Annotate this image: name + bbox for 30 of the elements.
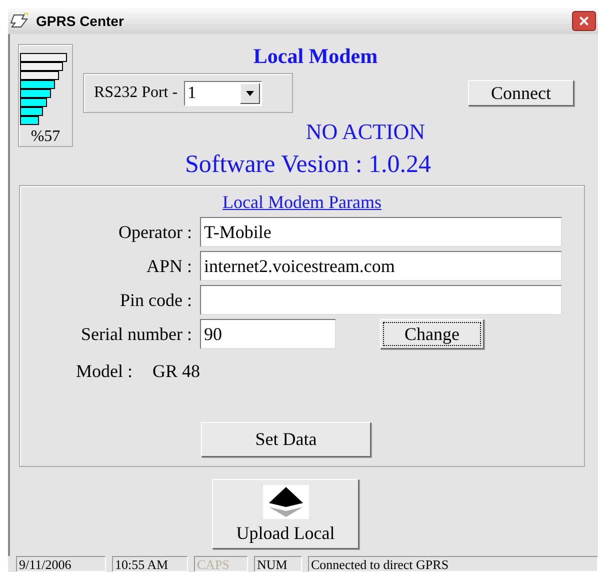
signal-reading: %57 (30, 128, 60, 146)
section-heading: Local Modem (252, 44, 379, 69)
status-message: NO ACTION (304, 119, 426, 145)
port-label: RS232 Port - (94, 84, 178, 102)
text-field[interactable] (200, 285, 562, 315)
connect-button[interactable]: Connect (468, 80, 574, 106)
upload-icon (262, 484, 308, 518)
set-data-button[interactable]: Set Data (201, 422, 371, 457)
window-title: GPRS Center (36, 13, 125, 29)
field-label: Serial number : (80, 324, 192, 344)
text-field[interactable]: T-Mobile (200, 217, 562, 247)
group-title: Local Modem Params (222, 192, 382, 213)
field-label: APN : (145, 256, 192, 276)
port-dropdown[interactable]: 1 (184, 80, 262, 106)
upload-button[interactable]: Upload Local (212, 479, 359, 549)
text-field[interactable]: internet2.voicestream.com (200, 251, 562, 281)
close-button[interactable]: × (572, 11, 596, 31)
status-panel: 10:55 AM (112, 556, 188, 572)
change-button[interactable]: Change (380, 319, 484, 349)
dropdown-arrow-icon (246, 90, 254, 96)
field-label: Operator : (118, 222, 192, 242)
version-text: Software Vesion : 1.0.24 (184, 151, 432, 179)
status-panel: CAPS (194, 556, 248, 572)
model-label: Model : (76, 361, 132, 382)
status-panel: NUM (254, 556, 302, 572)
model-value: GR 48 (152, 361, 200, 382)
status-panel: Connected to direct GPRS (308, 556, 598, 572)
field-label: Pin code : (119, 290, 192, 310)
status-panel: 9/11/2006 (16, 556, 106, 572)
text-field[interactable]: 90 (200, 319, 336, 349)
